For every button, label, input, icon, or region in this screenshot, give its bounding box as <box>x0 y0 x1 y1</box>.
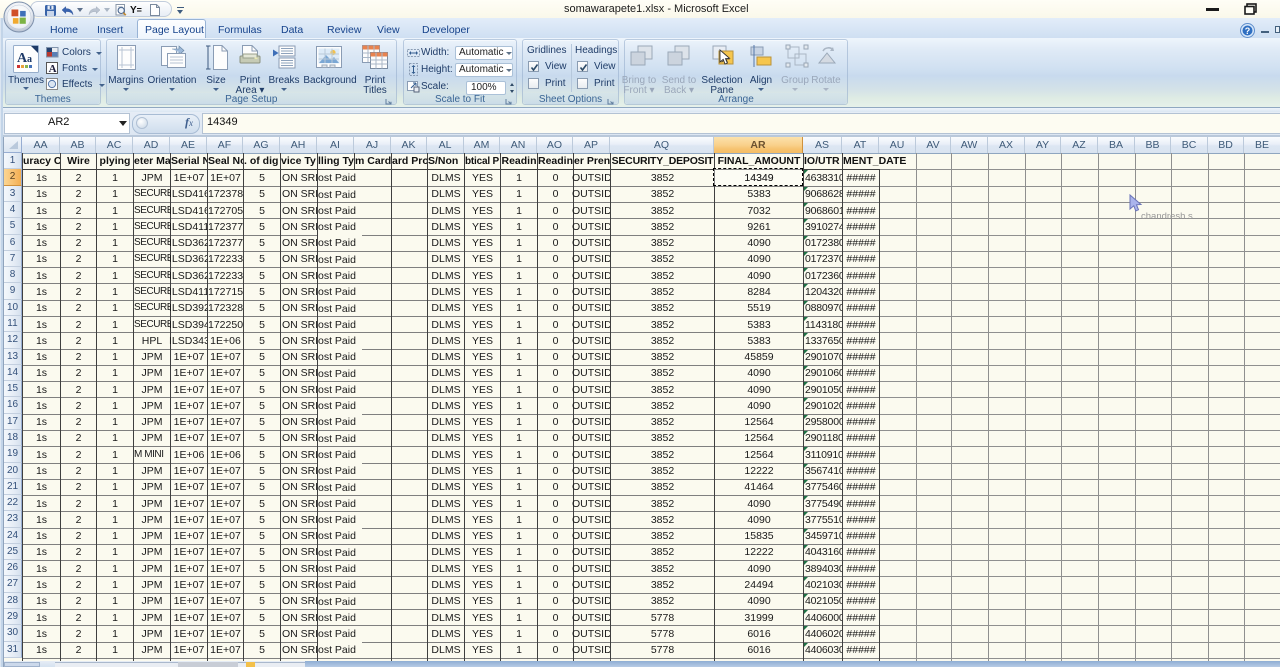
svg-text:A: A <box>49 63 57 75</box>
svg-text:?: ? <box>1245 26 1251 36</box>
svg-text:a: a <box>27 54 32 65</box>
